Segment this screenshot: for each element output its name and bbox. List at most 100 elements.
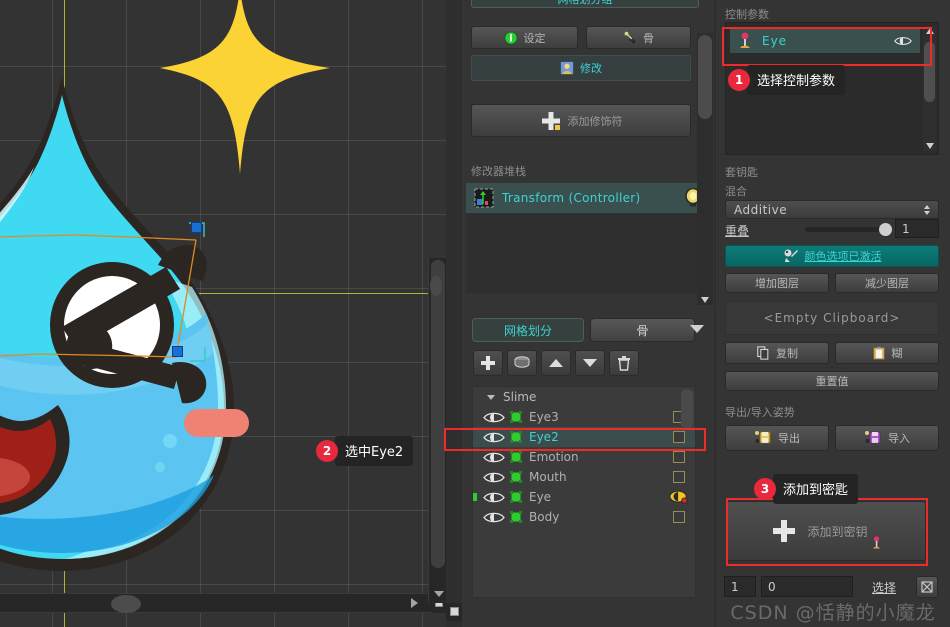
duplicate-mesh-button[interactable] [507,350,537,376]
scroll-down-arrow-icon[interactable] [434,591,444,597]
tree-row-label: Eye2 [529,430,559,444]
chevron-down-icon[interactable] [690,325,704,333]
param-scroll-thumb[interactable] [924,42,935,102]
select-link[interactable]: 选择 [872,579,896,596]
delete-mesh-button[interactable] [609,350,639,376]
tree-root-row[interactable]: Slime [473,387,695,407]
color-option-label: 颜色选项已激活 [804,250,882,263]
visibility-icon[interactable] [483,511,505,524]
tree-scroll-thumb[interactable] [681,389,693,429]
remove-layer-button[interactable]: 减少图层 [835,273,939,293]
visibility-icon[interactable] [894,35,912,47]
move-down-button[interactable] [575,350,605,376]
scroll-down-arrow-icon[interactable] [926,143,934,149]
tree-row-eye3[interactable]: Eye3 [473,407,695,427]
bottom-field-b[interactable]: 0 [761,576,853,597]
param-item-eye[interactable]: Eye [730,28,920,53]
copy-icon [757,346,769,360]
tree-row-body[interactable]: Body [473,507,695,527]
stepper-icon[interactable] [924,204,930,215]
settings-button[interactable]: 设定 [471,26,578,49]
middle-panel-scroll-thumb[interactable] [698,35,712,119]
tree-row-label: Body [529,510,560,524]
middle-panel-scrollbar[interactable] [697,33,713,305]
export-button-label: 导出 [778,432,800,445]
mesh-handle-top[interactable] [191,222,202,233]
export-button[interactable]: 导出 [725,425,829,451]
paste-button-label: 糊 [891,347,903,360]
callout-3: 3 添加到密匙 [754,474,859,504]
target-icon [921,581,933,593]
scroll-up-arrow-icon[interactable] [926,28,934,34]
copy-button-label: 复制 [776,347,798,360]
info-icon [503,30,518,45]
blend-mode-select[interactable]: Additive [725,200,939,219]
tree-row-label: Mouth [529,470,567,484]
canvas-vscrollbar[interactable] [428,258,446,603]
export-disk-icon [755,431,771,444]
param-scrollbar[interactable] [923,26,936,151]
callout-2-number: 2 [316,440,338,462]
weight-slider-track[interactable] [805,227,886,232]
bone-button-label: 骨 [643,31,654,45]
canvas-hscroll-thumb[interactable] [111,595,141,613]
param-pin-icon [740,32,750,48]
paste-button[interactable]: 糊 [835,342,939,364]
scroll-right-arrow-icon[interactable] [411,598,418,608]
visibility-icon[interactable] [483,431,505,444]
weight-slider-knob[interactable] [879,223,892,236]
mesh-icon [510,431,522,443]
tab-mesh-division[interactable]: 网格划分 [472,318,584,342]
plus-icon [773,520,796,542]
color-option-button[interactable]: 颜色选项已激活 [725,245,939,267]
chevron-down-icon[interactable] [487,394,495,400]
weight-value-field[interactable]: 1 [895,219,939,238]
modifier-stack-label: 修改器堆栈 [471,165,526,178]
tree-row-eye[interactable]: Eye [473,487,695,507]
reset-value-button[interactable]: 重置值 [725,371,939,391]
canvas-hscrollbar[interactable] [0,593,432,613]
scroll-down-arrow-icon[interactable] [701,297,709,303]
add-layer-button[interactable]: 增加图层 [725,273,829,293]
move-up-button[interactable] [541,350,571,376]
tab-bone[interactable]: 骨 [590,318,695,342]
bottom-field-a[interactable]: 1 [724,576,756,597]
visibility-icon[interactable] [483,491,505,504]
tree-row-eye2[interactable]: Eye2 [473,427,695,447]
mesh-selection-outline [0,222,206,362]
mesh-icon [510,471,522,483]
canvas-vscroll-thumb[interactable] [431,260,445,568]
control-param-label: 控制参数 [725,8,769,21]
tree-row-emotion[interactable]: Emotion [473,447,695,467]
person-icon [560,61,574,75]
mesh-handle-bottom[interactable] [172,346,183,357]
tree-scrollbar[interactable] [681,389,693,597]
target-icon-button[interactable] [916,576,938,598]
visibility-icon[interactable] [483,471,505,484]
watermark: CSDN @恬静的小魔龙 [730,602,936,624]
mesh-tree[interactable]: Slime Eye3 Eye2 Emotion Mouth Eye Body [472,386,696,598]
import-button[interactable]: 导入 [835,425,939,451]
visibility-icon[interactable] [483,411,505,424]
modify-button[interactable]: 修改 [471,55,691,81]
add-modifier-button[interactable]: 添加修饰符 [471,104,691,137]
blend-label: 混合 [725,185,747,198]
add-to-key-area: 添加到密钥 [726,501,926,563]
tree-row-label: Emotion [529,450,579,464]
paste-icon [872,346,885,360]
bone-button[interactable]: 骨 [586,26,691,49]
visibility-icon[interactable] [483,451,505,464]
canvas-viewport[interactable] [0,0,446,627]
copy-button[interactable]: 复制 [725,342,829,364]
add-to-key-button[interactable]: 添加到密钥 [726,501,926,561]
canvas-vscroll-knob[interactable] [430,276,442,296]
mesh-group-tab[interactable]: 网格划分组 [471,0,699,8]
mesh-icon [510,411,522,423]
param-pin-icon [872,536,880,549]
add-mesh-button[interactable] [473,350,503,376]
clipboard-area[interactable]: <Empty Clipboard> [725,301,939,335]
tree-row-label: Eye [529,490,552,504]
tree-row-mouth[interactable]: Mouth [473,467,695,487]
import-disk-icon [865,431,881,444]
modifier-stack-item-transform[interactable]: Transform (Controller) [466,183,710,213]
